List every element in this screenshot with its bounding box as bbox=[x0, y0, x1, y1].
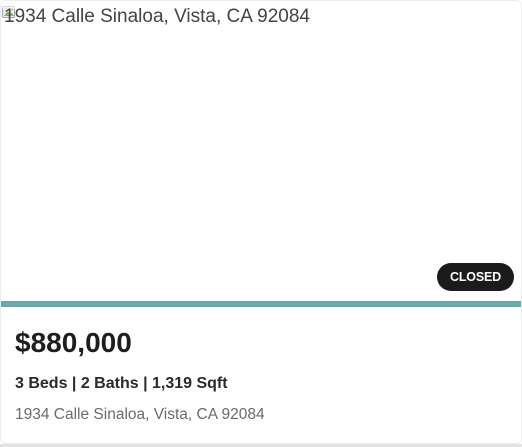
listing-specs: 3 Beds | 2 Baths | 1,319 Sqft bbox=[15, 375, 228, 392]
listing-photo[interactable]: 1934 Calle Sinaloa, Vista, CA 92084 CLOS… bbox=[1, 1, 521, 301]
accent-divider bbox=[1, 301, 521, 307]
listing-photo-alt-text: 1934 Calle Sinaloa, Vista, CA 92084 bbox=[4, 6, 310, 27]
listing-price: $880,000 bbox=[15, 327, 132, 358]
listing-address: 1934 Calle Sinaloa, Vista, CA 92084 bbox=[15, 406, 265, 423]
listing-card[interactable]: 1934 Calle Sinaloa, Vista, CA 92084 CLOS… bbox=[0, 0, 522, 444]
status-badge: CLOSED bbox=[437, 263, 514, 291]
